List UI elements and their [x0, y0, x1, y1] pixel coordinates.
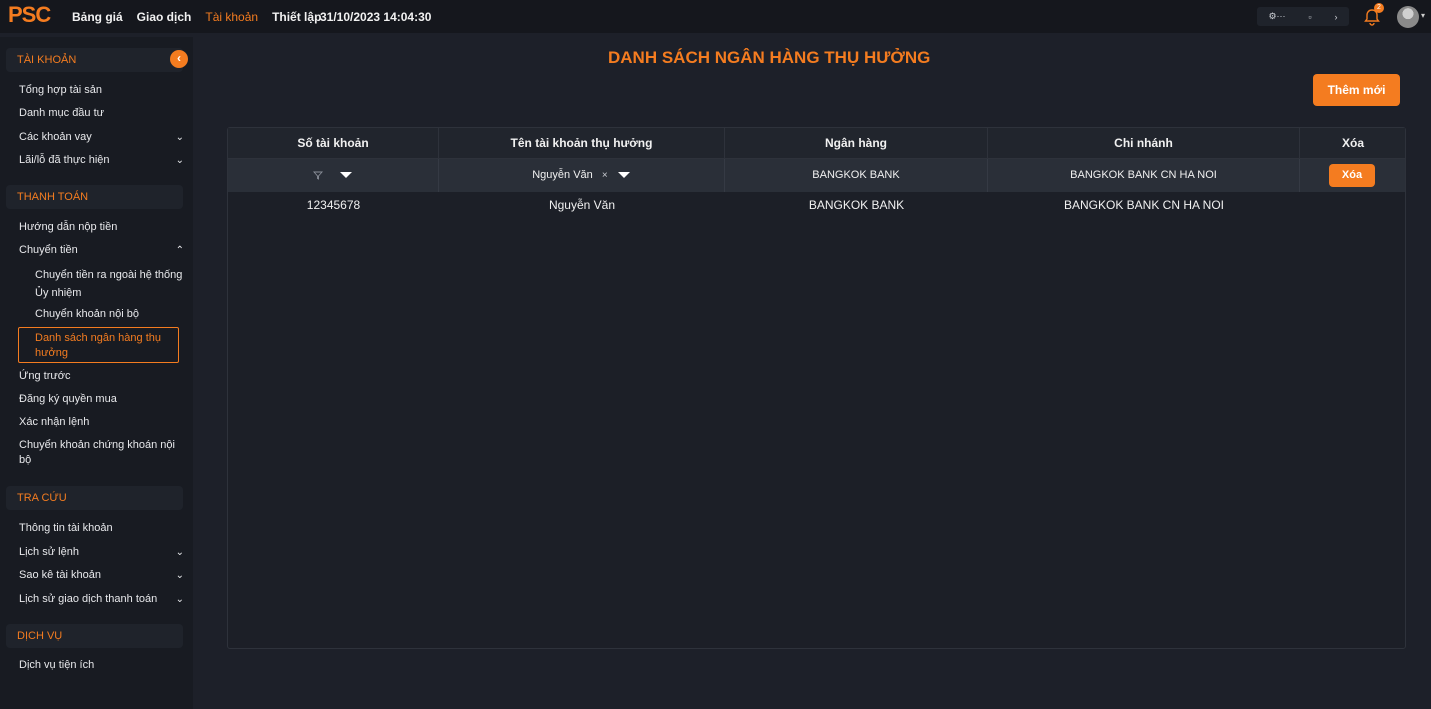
avatar[interactable]: [1397, 6, 1419, 28]
psc-logo[interactable]: PSC: [8, 4, 60, 29]
sidebar-item-dang-ky-quyen-mua[interactable]: Đăng ký quyền mua: [19, 392, 184, 407]
filter-icon[interactable]: [313, 170, 324, 180]
chevron-down-icon[interactable]: ⌄: [176, 592, 184, 607]
sidebar-item-chuyen-khoan-chung-khoan[interactable]: Chuyển khoản chứng khoán nội bộ: [19, 438, 177, 468]
cell-branch: BANGKOK BANK CN HA NOI: [1063, 198, 1225, 212]
cell-bank: BANGKOK BANK: [808, 198, 905, 212]
sidebar: TÀI KHOẢN ‹ Tổng hợp tài sản Danh mục đầ…: [0, 37, 193, 709]
sidebar-item-lai-lo[interactable]: Lãi/lỗ đã thực hiện ⌄: [19, 153, 184, 168]
nav-thiet-lap[interactable]: Thiết lập: [272, 10, 321, 24]
chevron-down-icon[interactable]: ⌄: [176, 568, 184, 583]
sidebar-item-dich-vu-tien-ich[interactable]: Dịch vụ tiện ích: [19, 658, 184, 673]
section-thanh-toan: THANH TOÁN: [6, 185, 183, 209]
column-header-delete: Xóa: [1341, 136, 1364, 150]
clear-filter-icon[interactable]: ×: [602, 170, 608, 181]
beneficiary-table: Số tài khoản Tên tài khoản thụ hưởng Ngâ…: [227, 127, 1406, 649]
sidebar-item-label: Lịch sử giao dịch thanh toán: [19, 593, 158, 605]
sidebar-item-cac-khoan-vay[interactable]: Các khoản vay ⌄: [19, 130, 184, 145]
delete-button[interactable]: Xóa: [1329, 164, 1375, 187]
filter-cell-branch: BANGKOK BANK CN HA NOI: [988, 159, 1300, 192]
sidebar-item-ung-truoc[interactable]: Ứng trước: [19, 369, 184, 384]
table-header: Số tài khoản Tên tài khoản thụ hưởng Ngâ…: [228, 128, 1405, 159]
window-icon[interactable]: ▫: [1308, 12, 1311, 22]
filter-row: Nguyễn Văn × BANGKOK BANK BANGKOK BANK C…: [228, 159, 1405, 192]
add-new-button[interactable]: Thêm mới: [1313, 74, 1400, 106]
nav-bang-gia[interactable]: Bảng giá: [72, 10, 123, 24]
sidebar-item-thong-tin-tai-khoan[interactable]: Thông tin tài khoản: [19, 521, 184, 536]
sort-down-icon[interactable]: [617, 170, 631, 180]
chevron-down-icon[interactable]: ▾: [1421, 11, 1425, 20]
cell-name: Nguyễn Văn: [548, 198, 616, 212]
sidebar-item-danh-muc-dau-tu[interactable]: Danh mục đầu tư: [19, 106, 184, 121]
chevron-right-icon[interactable]: ›: [1335, 12, 1338, 22]
column-header-bank: Ngân hàng: [725, 128, 988, 159]
filter-cell-name[interactable]: Nguyễn Văn ×: [439, 159, 725, 192]
nav-giao-dich[interactable]: Giao dịch: [137, 10, 192, 24]
sidebar-subitem-chuyen-khoan-noi-bo[interactable]: Chuyển khoản nội bộ: [35, 307, 183, 322]
chevron-down-icon[interactable]: ⌄: [176, 130, 184, 145]
sidebar-item-label: Các khoản vay: [19, 131, 92, 143]
section-tra-cuu: TRA CỨU: [6, 486, 183, 510]
page-title: DANH SÁCH NGÂN HÀNG THỤ HƯỞNG: [608, 48, 931, 67]
section-dich-vu: DỊCH VỤ: [6, 624, 183, 648]
chevron-down-icon[interactable]: ⌄: [176, 153, 184, 168]
table-row[interactable]: 12345678 Nguyễn Văn BANGKOK BANK BANGKOK…: [228, 192, 1405, 220]
sidebar-item-lich-su-lenh[interactable]: Lịch sử lệnh ⌄: [19, 545, 184, 560]
top-nav: Bảng giá Giao dịch Tài khoản Thiết lập: [72, 10, 335, 24]
sort-down-icon[interactable]: [339, 170, 353, 180]
sidebar-subitem-chuyen-tien-ngoai[interactable]: Chuyển tiền ra ngoài hệ thống Ủy nhiệm: [35, 266, 183, 302]
chevron-down-icon[interactable]: ⌄: [176, 545, 184, 560]
sidebar-subitem-danh-sach-ngan-hang[interactable]: Danh sách ngân hàng thụ hưởng: [18, 327, 179, 363]
column-header-branch: Chi nhánh: [988, 128, 1300, 159]
sidebar-item-chuyen-tien[interactable]: Chuyển tiền ⌃: [19, 243, 184, 258]
settings-icon[interactable]: ⚙···: [1268, 11, 1285, 22]
filter-name-value: Nguyễn Văn: [532, 169, 593, 181]
sidebar-item-sao-ke-tai-khoan[interactable]: Sao kê tài khoản ⌄: [19, 568, 184, 583]
sidebar-item-lich-su-giao-dich[interactable]: Lịch sử giao dịch thanh toán ⌄: [19, 592, 184, 607]
column-header-name: Tên tài khoản thụ hưởng: [439, 128, 725, 159]
notification-badge: 2: [1374, 3, 1384, 13]
section-tai-khoan: TÀI KHOẢN: [6, 48, 183, 72]
sidebar-item-tong-hop-tai-san[interactable]: Tổng hợp tài sản: [19, 83, 184, 98]
sidebar-item-label: Sao kê tài khoản: [19, 569, 101, 581]
sidebar-item-huong-dan-nop-tien[interactable]: Hướng dẫn nộp tiền: [19, 220, 184, 235]
chevron-up-icon[interactable]: ⌃: [176, 243, 184, 258]
clock: 31/10/2023 14:04:30: [320, 10, 432, 24]
nav-tai-khoan[interactable]: Tài khoản: [205, 10, 258, 24]
sidebar-item-label: Lịch sử lệnh: [19, 546, 79, 558]
column-header-account: Số tài khoản: [228, 128, 439, 159]
top-bar: PSC Bảng giá Giao dịch Tài khoản Thiết l…: [0, 0, 1431, 33]
sidebar-item-label: Lãi/lỗ đã thực hiện: [19, 154, 110, 166]
filter-cell-bank: BANGKOK BANK: [725, 159, 988, 192]
collapse-sidebar-icon[interactable]: ‹: [170, 50, 188, 68]
sidebar-item-xac-nhan-lenh[interactable]: Xác nhận lệnh: [19, 415, 184, 430]
toolbar-controls[interactable]: ⚙··· ▫ ›: [1257, 7, 1349, 26]
filter-cell-account[interactable]: [228, 159, 439, 192]
cell-account: 12345678: [306, 198, 361, 212]
sidebar-item-label: Chuyển tiền: [19, 244, 78, 256]
